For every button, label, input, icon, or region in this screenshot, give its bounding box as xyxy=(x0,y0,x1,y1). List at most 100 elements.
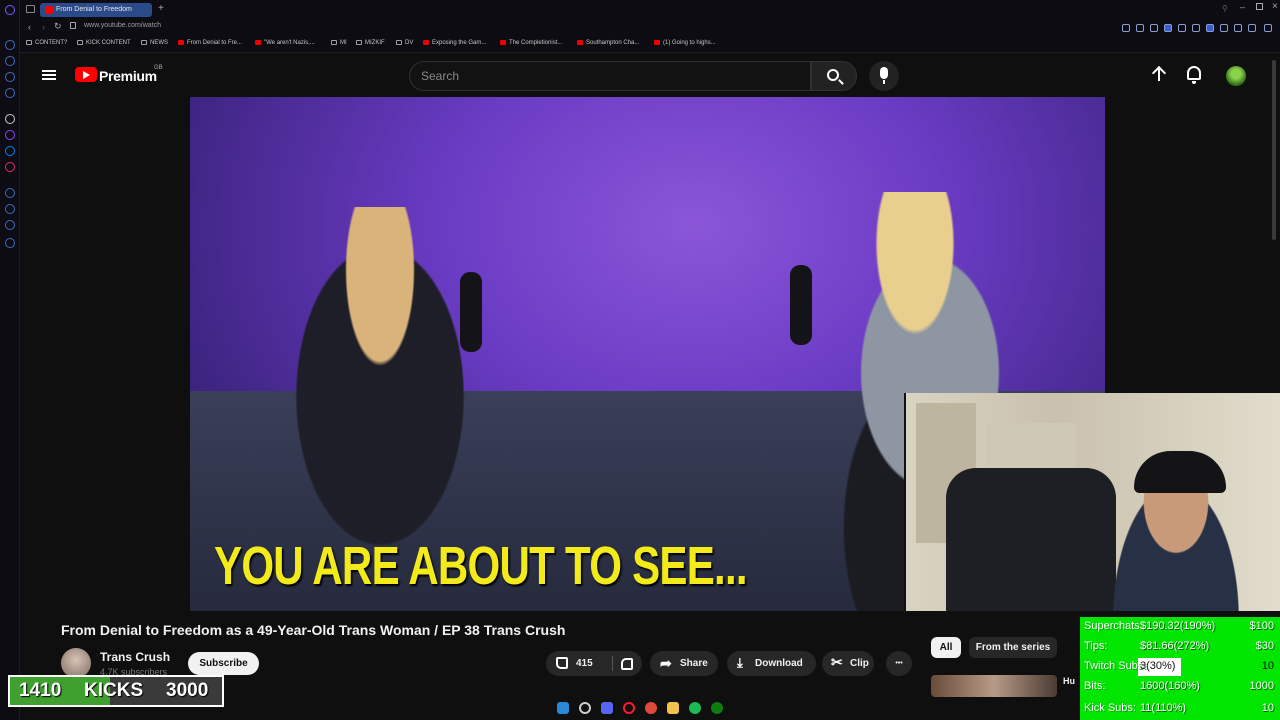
subscribe-button[interactable]: Subscribe xyxy=(188,652,259,675)
bookmark-item[interactable]: DV xyxy=(396,40,413,46)
bookmark-icon[interactable] xyxy=(5,220,15,230)
channel-avatar[interactable] xyxy=(61,648,91,678)
bookmark-item[interactable]: CONTENT? xyxy=(26,40,67,46)
close-window-icon[interactable]: × xyxy=(1272,1,1278,12)
goal-label: Bits: xyxy=(1084,680,1106,692)
active-tab-title: From Denial to Freedom xyxy=(56,6,132,13)
goal-value: 3(30%) xyxy=(1140,660,1176,672)
video-caption: YOU ARE ABOUT TO SEE... xyxy=(214,536,748,596)
extension-icon[interactable] xyxy=(1248,24,1256,32)
heart-icon[interactable] xyxy=(1206,24,1214,32)
bookmark-item[interactable]: From Denial to Fre... xyxy=(178,40,242,46)
messenger-icon[interactable] xyxy=(5,146,15,156)
voice-search-button[interactable] xyxy=(869,61,899,91)
browser-sidebar xyxy=(0,0,20,720)
pin-icon[interactable] xyxy=(1136,24,1144,32)
address-input[interactable]: www.youtube.com/watch xyxy=(84,22,161,29)
settings-icon[interactable] xyxy=(5,238,15,248)
goal-row: Superchats: $190.32(190%) $100 xyxy=(1080,617,1280,637)
sidebar-app-icon[interactable] xyxy=(5,72,15,82)
search-button[interactable] xyxy=(811,61,857,91)
share-button[interactable]: ➦ Share xyxy=(650,651,718,676)
new-tab-icon[interactable]: + xyxy=(158,3,164,14)
thumbs-up-icon xyxy=(556,657,568,669)
tab-list-icon[interactable] xyxy=(26,5,35,13)
create-upload-icon[interactable] xyxy=(1152,66,1166,84)
goal-target: $100 xyxy=(1249,620,1274,632)
maximize-icon[interactable] xyxy=(1256,3,1263,10)
bookmark-item[interactable]: MI xyxy=(331,40,347,46)
youtube-premium-wordmark[interactable]: Premium xyxy=(99,68,157,84)
bookmark-item[interactable]: NEWS xyxy=(141,40,168,46)
goal-value: $190.32(190%) xyxy=(1140,620,1216,632)
youtube-logo-icon[interactable] xyxy=(75,67,97,82)
play-icon[interactable] xyxy=(1192,24,1200,32)
spotify-icon[interactable] xyxy=(689,702,701,714)
clip-button[interactable]: ✂ Clip xyxy=(822,651,874,676)
active-tab[interactable]: From Denial to Freedom xyxy=(40,3,152,17)
easy-setup-icon[interactable] xyxy=(1264,24,1272,32)
more-actions-button[interactable]: ••• xyxy=(886,651,912,676)
youtube-favicon-icon xyxy=(654,40,660,45)
goal-value: 11(110%) xyxy=(1140,702,1187,714)
notifications-bell-icon[interactable] xyxy=(1187,66,1201,84)
discord-icon[interactable] xyxy=(601,702,613,714)
vpn-icon[interactable] xyxy=(1164,24,1172,32)
bookmark-item[interactable]: "We aren't Nazis,... xyxy=(255,40,315,46)
bookmark-item[interactable]: Exposing the Gam... xyxy=(423,40,486,46)
bookmark-item[interactable]: The Completionist... xyxy=(500,40,562,46)
bookmark-item[interactable]: Southampton Cha... xyxy=(577,40,639,46)
bookmark-item[interactable]: (1) Going to highs... xyxy=(654,40,716,46)
file-explorer-icon[interactable] xyxy=(667,702,679,714)
minimize-icon[interactable]: – xyxy=(1240,2,1245,12)
tab-search-icon[interactable]: ⚲ xyxy=(1222,4,1228,13)
like-count: 415 xyxy=(576,658,593,669)
extension-icon[interactable] xyxy=(1178,24,1186,32)
bookmark-item[interactable]: KICK CONTENT xyxy=(77,40,131,46)
history-icon[interactable] xyxy=(5,188,15,198)
bookmark-item[interactable]: MIZKIF xyxy=(356,40,385,46)
chip-all[interactable]: All xyxy=(931,637,961,658)
folder-icon xyxy=(77,40,83,45)
back-icon[interactable]: ‹ xyxy=(28,22,31,32)
twitch-icon[interactable] xyxy=(5,130,15,140)
youtube-favicon-icon xyxy=(423,40,429,45)
speed-dial-icon[interactable] xyxy=(5,40,15,50)
kicks-label: KICKS xyxy=(84,680,144,701)
chip-from-the-series[interactable]: From the series xyxy=(969,637,1057,658)
reload-icon[interactable]: ↻ xyxy=(54,21,62,32)
goal-label: Kick Subs: xyxy=(1084,702,1136,714)
forward-icon[interactable]: › xyxy=(42,22,45,32)
aria-icon[interactable] xyxy=(5,114,15,124)
like-button[interactable]: 415 xyxy=(546,651,642,676)
related-video-thumbnail[interactable] xyxy=(931,675,1057,697)
menu-icon[interactable] xyxy=(42,70,56,80)
search-input[interactable]: Search xyxy=(409,61,811,91)
opera-logo-icon[interactable] xyxy=(5,5,15,15)
snapshot-icon[interactable] xyxy=(1150,24,1158,32)
goal-row: Twitch Subs: 3(30%) 10 xyxy=(1080,657,1280,677)
windows-taskbar xyxy=(224,698,1080,720)
sidebar-app-icon[interactable] xyxy=(5,56,15,66)
microphone-icon xyxy=(880,67,888,84)
xbox-icon[interactable] xyxy=(711,702,723,714)
taskbar-search-icon[interactable] xyxy=(579,702,591,714)
extension-icon[interactable] xyxy=(1220,24,1228,32)
page-scrollbar[interactable] xyxy=(1272,60,1276,240)
chrome-icon[interactable] xyxy=(645,702,657,714)
folder-icon xyxy=(356,40,362,45)
opera-icon[interactable] xyxy=(623,702,635,714)
extension-icon[interactable] xyxy=(1234,24,1242,32)
channel-name[interactable]: Trans Crush xyxy=(100,650,170,664)
instagram-icon[interactable] xyxy=(5,162,15,172)
download-button[interactable]: ⤓ Download xyxy=(727,651,816,676)
windows-start-icon[interactable] xyxy=(557,702,569,714)
account-avatar[interactable] xyxy=(1226,66,1246,86)
zoom-icon[interactable] xyxy=(1122,24,1130,32)
stream-goals-widget: Superchats: $190.32(190%) $100 Tips: $81… xyxy=(1080,617,1280,720)
kicks-goal: 3000 xyxy=(166,680,209,701)
sidebar-app-icon[interactable] xyxy=(5,88,15,98)
clock-icon[interactable] xyxy=(5,204,15,214)
youtube-favicon-icon xyxy=(45,6,53,14)
related-video-title[interactable]: Hu xyxy=(1063,676,1075,686)
